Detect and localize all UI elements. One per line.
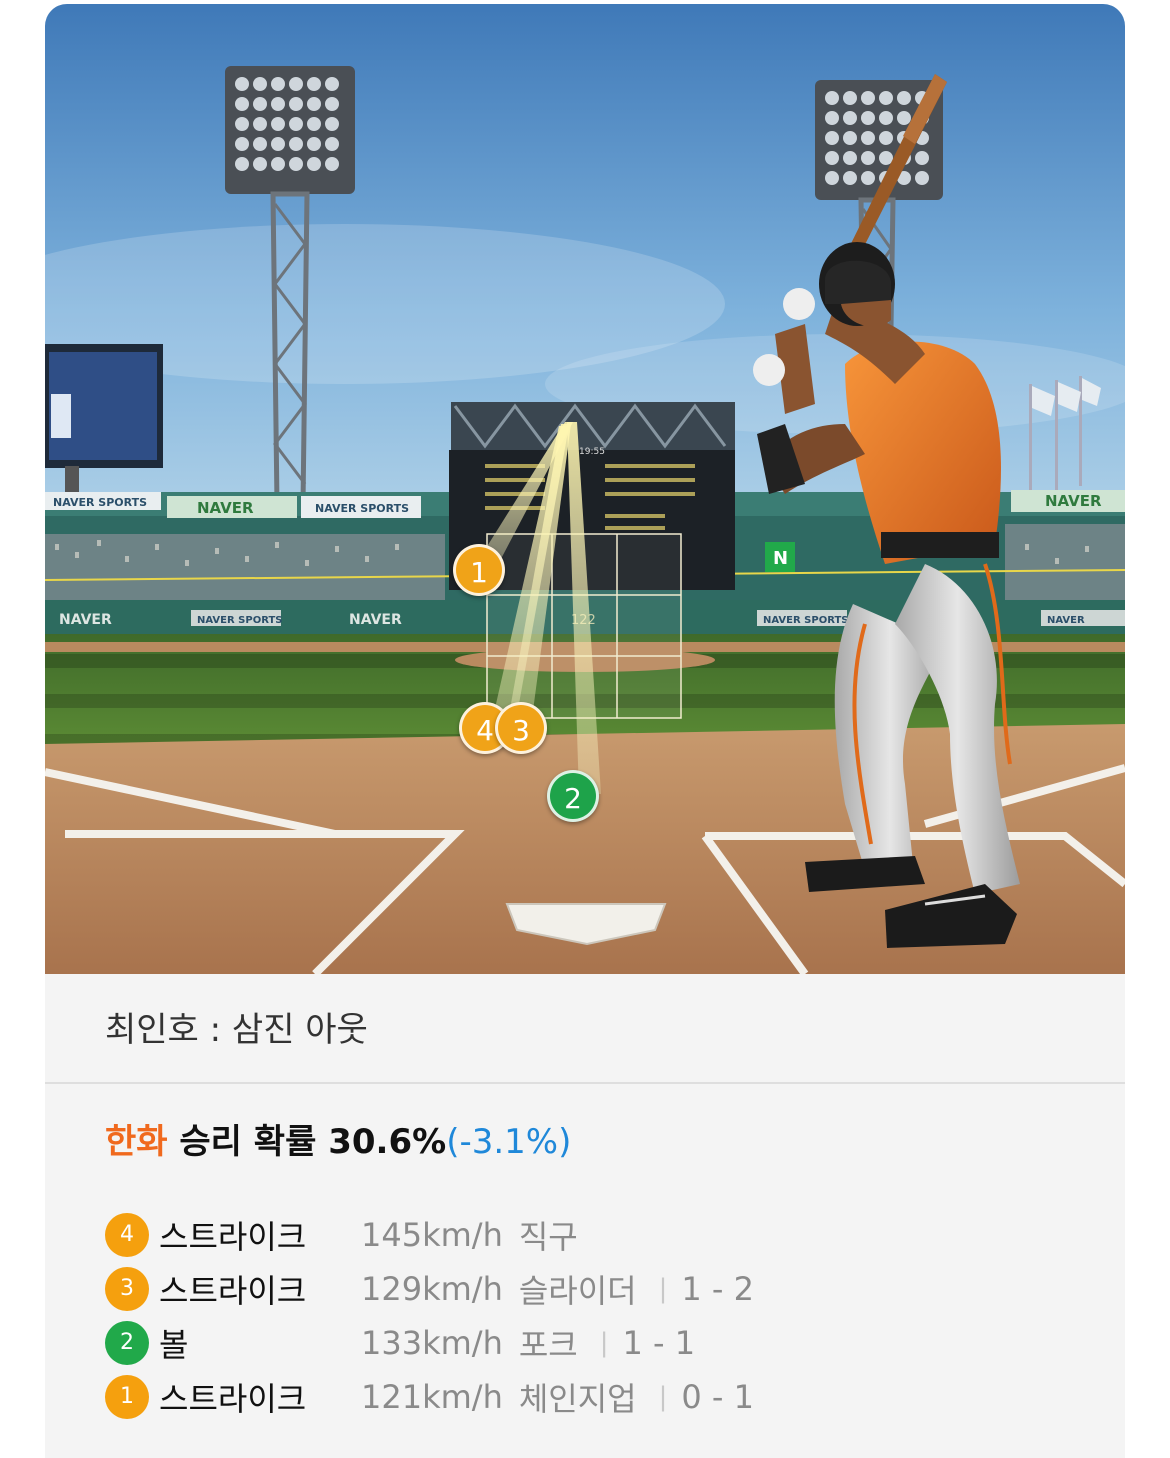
ad-sign-text: NAVER: [349, 612, 402, 628]
scoreboard-clock: 19:55: [579, 447, 605, 457]
ad-sign-text: NAVER: [1045, 492, 1102, 510]
ad-sign-text: N: [773, 548, 788, 569]
pitch-speed: 121km/h: [361, 1378, 503, 1416]
ad-sign-text: NAVER: [59, 612, 112, 628]
pitch-speed: 129km/h: [361, 1270, 503, 1308]
pitch-result: 스트라이크: [159, 1272, 307, 1310]
list-item: 2 볼 133km/h 포크 | 1 - 1: [105, 1316, 754, 1370]
pitch-speed: 145km/h: [361, 1216, 503, 1254]
pitch-type: 체인지업: [518, 1380, 637, 1418]
pitch-result: 스트라이크: [159, 1218, 307, 1256]
ad-sign-text: NAVER: [197, 499, 254, 517]
pitch-marker: 2: [547, 770, 599, 822]
play-result-text: 최인호 : 삼진 아웃: [105, 1010, 368, 1050]
divider: |: [658, 1274, 668, 1304]
ball-strike-count: 0 - 1: [681, 1378, 754, 1416]
pitch-number-badge: 2: [105, 1321, 149, 1365]
ad-sign-text: NAVER SPORTS: [53, 496, 147, 509]
pitch-speed: 133km/h: [361, 1324, 503, 1362]
win-probability-value: 30.6%: [328, 1122, 447, 1162]
pitch-type: 직구: [518, 1218, 578, 1256]
ad-sign-text: NAVER SPORTS: [197, 615, 283, 626]
divider: |: [599, 1328, 609, 1358]
pitch-type: 포크: [518, 1326, 578, 1364]
pitch-marker: 1: [453, 544, 505, 596]
pitch-result: 볼: [159, 1326, 189, 1364]
win-probability-label: 승리 확률: [179, 1122, 317, 1162]
list-item: 1 스트라이크 121km/h 체인지업 | 0 - 1: [105, 1370, 754, 1424]
ball-strike-count: 1 - 1: [622, 1324, 696, 1362]
pitch-list: 4 스트라이크 145km/h 직구 3 스트라이크 129km/h 슬라이더 …: [105, 1208, 754, 1424]
ad-sign-text: NAVER SPORTS: [763, 615, 849, 626]
ad-sign-text: NAVER: [1047, 615, 1085, 626]
pitch-number-badge: 1: [105, 1375, 149, 1419]
ad-sign-text: NAVER SPORTS: [315, 502, 409, 515]
play-result: 최인호 : 삼진 아웃: [45, 974, 1125, 1084]
win-probability-delta: (-3.1%): [446, 1122, 572, 1162]
stadium-illustration: NAVER SPORTS NAVER NAVER SPORTS NAVER N …: [45, 4, 1125, 974]
team-name: 한화: [105, 1122, 168, 1162]
pitch-number-badge: 4: [105, 1213, 149, 1257]
pitch-marker: 3: [495, 702, 547, 754]
pitch-result: 스트라이크: [159, 1380, 307, 1418]
list-item: 4 스트라이크 145km/h 직구: [105, 1208, 754, 1262]
pitch-type: 슬라이더: [518, 1272, 637, 1310]
pitch-card: NAVER SPORTS NAVER NAVER SPORTS NAVER N …: [45, 4, 1125, 1458]
list-item: 3 스트라이크 129km/h 슬라이더 | 1 - 2: [105, 1262, 754, 1316]
pitch-number-badge: 3: [105, 1267, 149, 1311]
win-probability: 한화 승리 확률 30.6%(-3.1%): [105, 1114, 571, 1163]
divider: |: [658, 1382, 668, 1412]
pitch-scene: NAVER SPORTS NAVER NAVER SPORTS NAVER N …: [45, 4, 1125, 974]
ball-strike-count: 1 - 2: [681, 1270, 754, 1308]
